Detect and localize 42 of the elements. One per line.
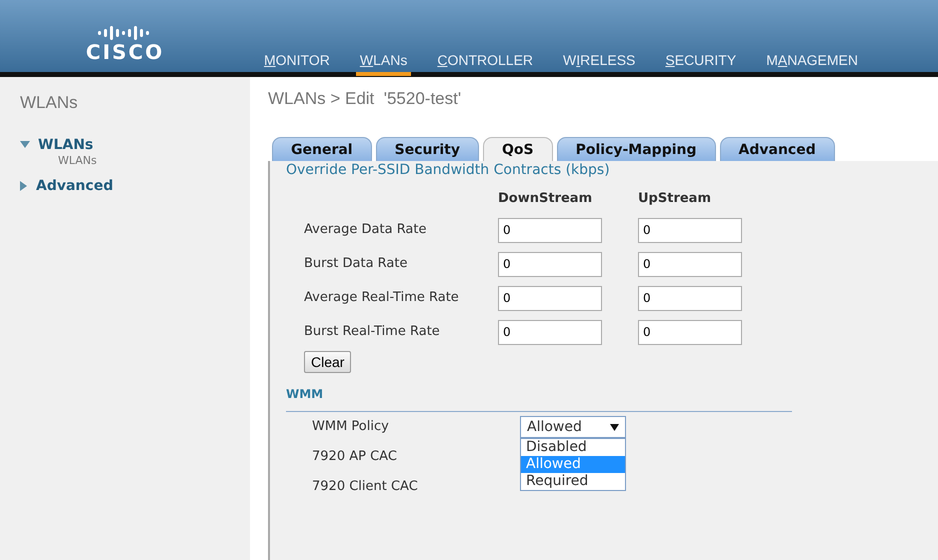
tab[interactable]: QoS xyxy=(482,137,553,161)
sidebar-item[interactable]: Advanced xyxy=(20,178,230,194)
nav-link[interactable]: CONTROLLER xyxy=(433,52,538,76)
input-field[interactable]: 0 xyxy=(498,252,602,276)
input-field[interactable]: 0 xyxy=(498,218,602,242)
collapsed-triangle-icon xyxy=(20,180,28,190)
policy-dropdown[interactable]: Allowed xyxy=(520,416,626,438)
tab[interactable]: Security xyxy=(376,137,479,161)
tab[interactable]: Policy-Mapping xyxy=(556,137,716,161)
input-field[interactable]: 0 xyxy=(498,286,602,310)
logo-text: CISCO xyxy=(86,42,164,62)
input-field[interactable]: 0 xyxy=(638,218,742,242)
input-field[interactable]: 0 xyxy=(638,320,742,344)
sidebar-subitem[interactable]: WLANs xyxy=(20,153,230,170)
field-label: 7920 Client CAC xyxy=(312,478,419,496)
column-header: DownStream xyxy=(498,190,594,208)
column-header: UpStream xyxy=(638,190,712,208)
field-label: Burst Real-Time Rate xyxy=(303,323,441,342)
caret-icon xyxy=(610,424,619,430)
section-heading: WMM xyxy=(286,385,792,412)
nav-link[interactable]: MANAGEMEN xyxy=(762,52,862,76)
field-label: WMM Policy xyxy=(312,418,390,436)
input-field[interactable]: 0 xyxy=(498,320,602,344)
tab[interactable]: Advanced xyxy=(720,137,835,161)
section-heading: Override Per-SSID Bandwidth Contracts (kbps) xyxy=(286,163,611,177)
sidebar-item[interactable]: WLANs xyxy=(20,137,230,153)
field-label: Average Real-Time Rate xyxy=(303,289,460,308)
field-label: Average Data Rate xyxy=(303,221,428,240)
dropdown-option[interactable]: Disabled xyxy=(521,439,625,456)
page-title: WLANs > Edit '5520-test' xyxy=(268,89,462,109)
nav-link[interactable]: WIRELESS xyxy=(559,52,640,76)
expanded-triangle-icon xyxy=(20,141,30,149)
dropdown-option[interactable]: Required xyxy=(521,473,625,490)
input-field[interactable]: 0 xyxy=(638,252,742,276)
nav-link[interactable]: SECURITY xyxy=(661,52,740,76)
tab[interactable]: General xyxy=(272,137,372,161)
field-label: 7920 AP CAC xyxy=(312,448,398,466)
field-label: Burst Data Rate xyxy=(303,255,408,274)
clear-button[interactable]: Clear xyxy=(304,350,352,372)
input-field[interactable]: 0 xyxy=(638,286,742,310)
nav-link[interactable]: MONITOR xyxy=(260,52,334,76)
sidebar-title: WLANs xyxy=(20,93,79,113)
